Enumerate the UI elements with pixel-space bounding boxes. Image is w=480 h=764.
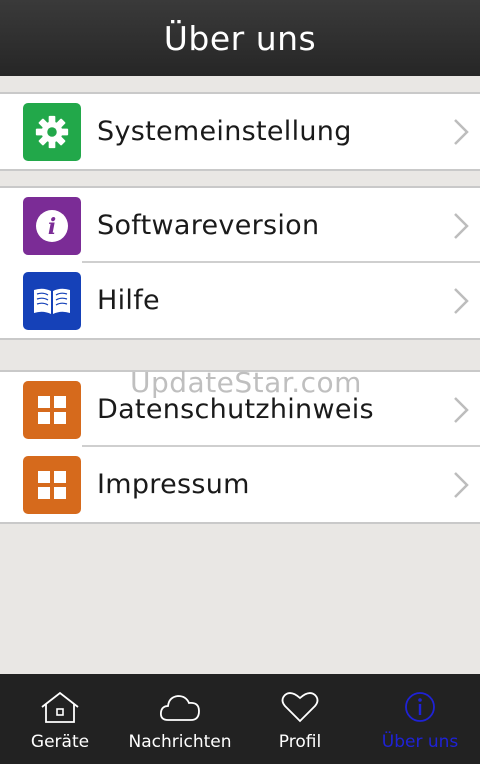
heart-icon	[281, 692, 319, 723]
grid-icon	[23, 455, 81, 514]
chevron-right-icon	[454, 396, 469, 423]
menu-item-softwareversion[interactable]: i Softwareversion	[0, 188, 480, 263]
tab-ueber-uns[interactable]: Über uns	[360, 674, 480, 764]
tab-label: Nachrichten	[128, 732, 232, 752]
info-circle-icon	[405, 692, 435, 722]
info-icon: i	[23, 196, 81, 255]
legal-group: Datenschutzhinweis Impressum	[0, 370, 480, 524]
menu-item-label: Systemeinstellung	[97, 116, 352, 147]
info-group: i Softwareversion Hilfe	[0, 186, 480, 340]
cloud-icon	[159, 695, 200, 721]
menu-item-impressum[interactable]: Impressum	[0, 447, 480, 522]
grid-icon	[23, 380, 81, 439]
settings-group: Systemeinstellung	[0, 92, 480, 171]
tab-label: Über uns	[381, 732, 459, 752]
house-icon	[41, 691, 79, 723]
bottom-tab-bar: Geräte Nachrichten Profil Über uns	[0, 674, 480, 764]
chevron-right-icon	[454, 471, 469, 498]
menu-item-label: Datenschutzhinweis	[97, 394, 374, 425]
tab-geraete[interactable]: Geräte	[0, 674, 120, 764]
tab-profil[interactable]: Profil	[240, 674, 360, 764]
menu-item-label: Impressum	[97, 469, 250, 500]
chevron-right-icon	[454, 118, 469, 145]
tab-label: Geräte	[30, 732, 90, 752]
chevron-right-icon	[454, 287, 469, 314]
svg-text:i: i	[48, 214, 56, 240]
tab-nachrichten[interactable]: Nachrichten	[120, 674, 240, 764]
menu-item-label: Hilfe	[97, 285, 160, 316]
tab-label: Profil	[278, 732, 322, 752]
book-icon	[23, 271, 81, 330]
page-title: Über uns	[163, 18, 317, 58]
menu-item-datenschutzhinweis[interactable]: Datenschutzhinweis	[0, 372, 480, 447]
menu-item-label: Softwareversion	[97, 210, 320, 241]
menu-item-systemeinstellung[interactable]: Systemeinstellung	[0, 94, 480, 169]
menu-item-hilfe[interactable]: Hilfe	[0, 263, 480, 338]
page-header: Über uns	[0, 0, 480, 76]
gear-icon	[23, 102, 81, 161]
chevron-right-icon	[454, 212, 469, 239]
